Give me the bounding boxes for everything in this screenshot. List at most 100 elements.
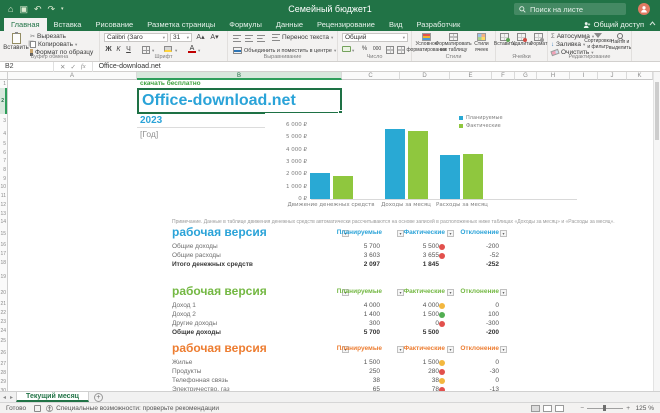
bar-Планируемые-2[interactable]	[385, 128, 405, 199]
accessibility-status[interactable]: Специальные возможности: проверьте реком…	[46, 405, 219, 412]
font-size-select[interactable]: 31 ▾	[170, 33, 192, 42]
redo-icon[interactable]: ↷	[48, 4, 56, 15]
insert-function-icon[interactable]: fx	[81, 63, 86, 70]
find-select-button[interactable]: Найти и выделить	[609, 33, 631, 51]
vertical-scrollbar[interactable]	[653, 72, 660, 391]
chart[interactable]: 6 000 ₽ 5 000 ₽ 4 000 ₽ 3 000 ₽ 2 000 ₽ 1 000…	[265, 113, 590, 213]
row-header-5[interactable]: 5	[0, 140, 7, 149]
bar-Фактические-2[interactable]	[408, 131, 428, 199]
font-family-select[interactable]: Calibri (Заго ▾	[104, 33, 168, 42]
year-label-cell[interactable]: [Год]	[140, 129, 158, 139]
row-header-25[interactable]: 25	[0, 336, 7, 346]
row-header-14[interactable]: 14	[0, 218, 7, 227]
borders-icon[interactable]	[142, 46, 150, 54]
add-sheet-button[interactable]: +	[93, 392, 103, 402]
column-header-K[interactable]: K	[627, 72, 653, 80]
copy-dropdown-icon[interactable]: ▾	[75, 42, 77, 48]
comma-style-button[interactable]: 000	[370, 45, 384, 54]
row-header-10[interactable]: 10	[0, 183, 7, 192]
ribbon-tab-6[interactable]: Данные	[269, 18, 310, 31]
row-header-12[interactable]: 12	[0, 201, 7, 210]
format-as-table-button[interactable]: Форматировать как таблицу	[435, 33, 472, 53]
row-header-21[interactable]: 21	[0, 300, 7, 309]
row-header-9[interactable]: 9	[0, 175, 7, 184]
filter-button[interactable]: ▾	[500, 230, 507, 237]
ribbon-tab-7[interactable]: Рецензирование	[310, 18, 382, 31]
wrap-text-button[interactable]: Перенос текста ▾	[272, 34, 333, 41]
row-header-29[interactable]: 29	[0, 378, 7, 387]
row-header-19[interactable]: 19	[0, 268, 7, 286]
scrollbar-thumb[interactable]	[655, 82, 659, 140]
cut-button[interactable]: ✂ Вырезать	[30, 33, 66, 40]
filter-button[interactable]: ▾	[447, 230, 454, 237]
home-icon[interactable]: ⌂	[8, 4, 13, 14]
column-header-G[interactable]: G	[515, 72, 537, 80]
ribbon-tab-8[interactable]: Вид	[382, 18, 410, 31]
bar-Фактические-1[interactable]	[333, 176, 353, 199]
column-header-B[interactable]: B	[137, 72, 342, 80]
ribbon-tab-3[interactable]: Рисование	[88, 18, 140, 31]
paste-button[interactable]: Вставить	[3, 32, 29, 55]
promo-link[interactable]: скачать бесплатно	[140, 80, 201, 87]
row-header-22[interactable]: 22	[0, 309, 7, 318]
qat-dropdown-icon[interactable]: ▾	[61, 6, 64, 12]
align-top-icon[interactable]	[233, 35, 241, 42]
formula-input[interactable]: Office-download.net	[93, 63, 161, 70]
search-input[interactable]: Поиск на листе	[514, 3, 626, 15]
bold-button[interactable]: Ж	[104, 45, 113, 54]
column-header-E[interactable]: E	[450, 72, 492, 80]
zoom-in-icon[interactable]: +	[626, 405, 630, 412]
enter-icon[interactable]: ✓	[70, 63, 75, 71]
select-all-corner[interactable]	[0, 72, 8, 80]
currency-format-icon[interactable]	[342, 46, 351, 52]
italic-button[interactable]: К	[114, 45, 123, 54]
percent-style-button[interactable]: %	[360, 45, 369, 54]
filter-button[interactable]: ▾	[447, 289, 454, 296]
row-header-11[interactable]: 11	[0, 192, 7, 201]
page-layout-view-button[interactable]	[543, 404, 552, 412]
ribbon-tab-4[interactable]: Разметка страницы	[140, 18, 222, 31]
row-header-26[interactable]: 26	[0, 346, 7, 360]
ribbon-tab-2[interactable]: Вставка	[47, 18, 89, 31]
column-header-A[interactable]: A	[8, 72, 137, 80]
sort-filter-button[interactable]: Сортировка и фильтр	[584, 33, 612, 50]
row-header-8[interactable]: 8	[0, 166, 7, 175]
save-icon[interactable]: ▣	[19, 4, 28, 15]
row-header-28[interactable]: 28	[0, 369, 7, 378]
shrink-font-button[interactable]: А▾	[210, 33, 219, 42]
share-button[interactable]: Общий доступ	[583, 18, 644, 31]
row-header-15[interactable]: 15	[0, 227, 7, 241]
row-header-24[interactable]: 24	[0, 327, 7, 336]
ribbon-tab-5[interactable]: Формулы	[222, 18, 269, 31]
selected-cell-b2[interactable]: Office-download.net	[137, 88, 343, 115]
user-avatar[interactable]	[638, 3, 650, 15]
row-header-2[interactable]: 2	[0, 88, 7, 114]
column-header-J[interactable]: J	[598, 72, 627, 80]
sheet-grid[interactable]: скачать бесплатно Office-download.net 20…	[8, 80, 653, 391]
grow-font-button[interactable]: А▴	[196, 33, 205, 42]
align-middle-icon[interactable]	[245, 35, 253, 42]
row-header-3[interactable]: 3	[0, 114, 7, 128]
prev-sheet-icon[interactable]: ◂	[3, 394, 6, 401]
bar-Планируемые-1[interactable]	[310, 173, 330, 199]
cancel-icon[interactable]: ✕	[60, 63, 65, 71]
align-bottom-icon[interactable]	[257, 35, 265, 42]
underline-button[interactable]: Ч	[124, 45, 133, 54]
macro-record-icon[interactable]	[34, 404, 42, 412]
row-header-1[interactable]: 1	[0, 80, 7, 88]
normal-view-button[interactable]	[531, 404, 540, 412]
sheet-tab-active[interactable]: Текущий месяц	[16, 392, 89, 402]
ribbon-tab-9[interactable]: Разработчик	[410, 18, 468, 31]
next-sheet-icon[interactable]: ▸	[10, 394, 13, 401]
column-header-F[interactable]: F	[492, 72, 515, 80]
format-cells-button[interactable]: Формат	[530, 33, 547, 48]
fill-button[interactable]: ↓ Заливка ▾	[551, 41, 585, 48]
row-header-7[interactable]: 7	[0, 157, 7, 166]
name-box[interactable]: B2	[0, 61, 54, 72]
fill-color-icon[interactable]	[164, 46, 172, 52]
filter-button[interactable]: ▾	[447, 346, 454, 353]
row-header-18[interactable]: 18	[0, 259, 7, 268]
zoom-out-icon[interactable]: −	[580, 405, 584, 412]
row-header-16[interactable]: 16	[0, 241, 7, 250]
filter-button[interactable]: ▾	[500, 289, 507, 296]
